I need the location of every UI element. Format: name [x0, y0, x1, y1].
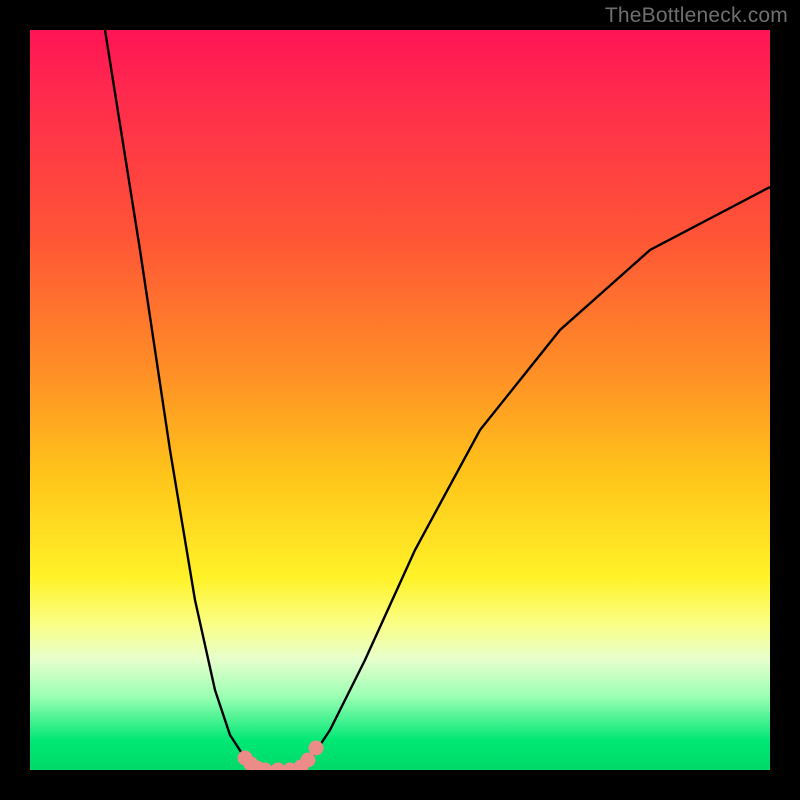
highlight-dots-group — [238, 741, 324, 771]
outer-frame: TheBottleneck.com — [0, 0, 800, 800]
bottleneck-curve-left — [105, 30, 262, 770]
curve-svg — [30, 30, 770, 770]
watermark-text: TheBottleneck.com — [605, 4, 788, 28]
gradient-plot-area — [30, 30, 770, 770]
highlight-dot — [309, 741, 324, 756]
bottleneck-curve-right — [298, 187, 770, 770]
